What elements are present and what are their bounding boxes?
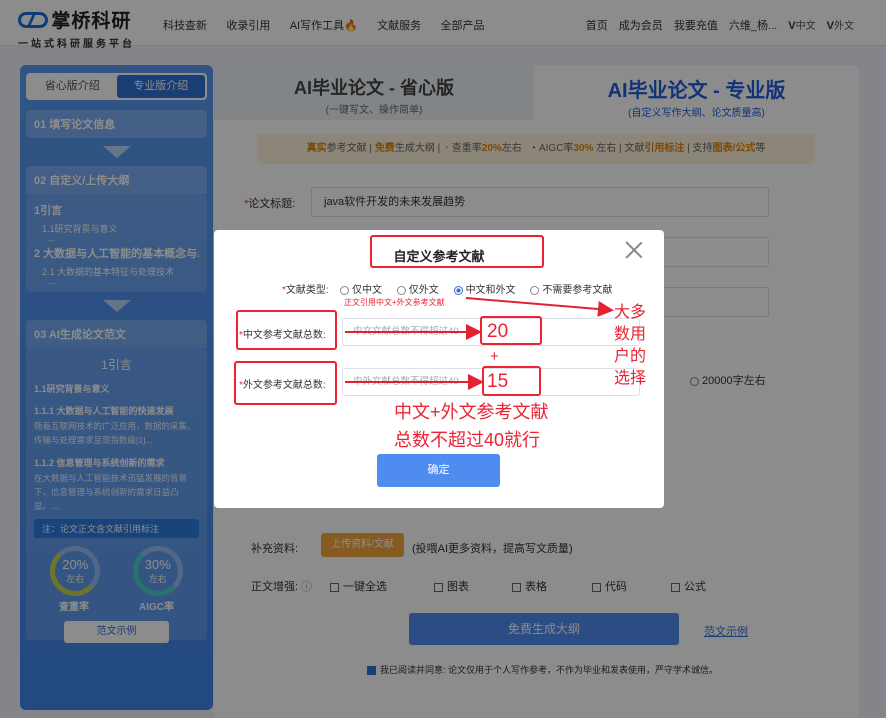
arrow-side xyxy=(465,297,614,317)
annotation-arrows xyxy=(345,297,614,390)
